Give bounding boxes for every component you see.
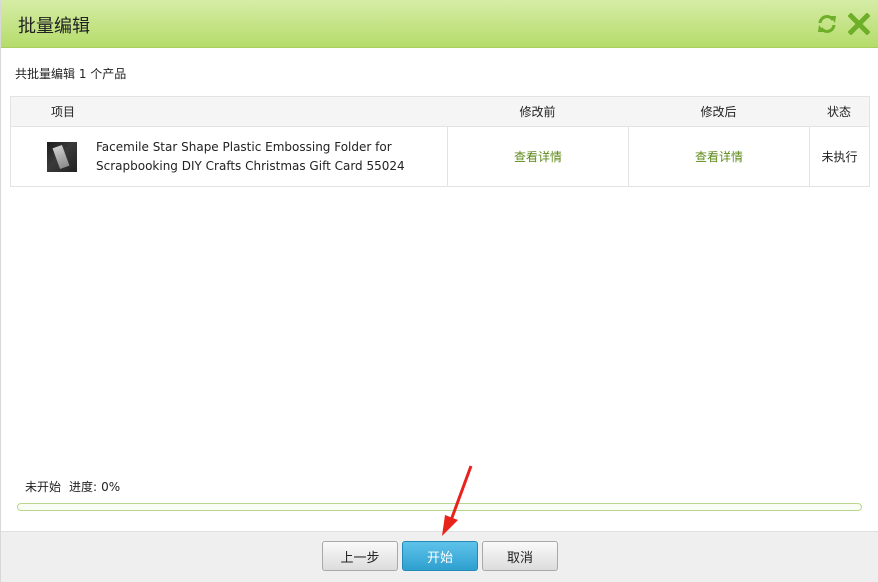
start-button[interactable]: 开始 <box>402 541 478 571</box>
table-header: 项目 修改前 修改后 状态 <box>11 97 869 127</box>
view-details-after-link[interactable]: 查看详情 <box>695 148 743 165</box>
item-cell: Facemile Star Shape Plastic Embossing Fo… <box>11 127 447 186</box>
header-status: 状态 <box>826 105 851 119</box>
progress-value: 0% <box>101 480 121 494</box>
view-details-before-link[interactable]: 查看详情 <box>514 148 562 165</box>
refresh-icon[interactable] <box>816 13 838 35</box>
red-arrow-annotation <box>442 465 473 536</box>
status-text: 未执行 <box>821 150 858 164</box>
batch-summary: 共批量编辑 1 个产品 <box>15 67 127 81</box>
batch-edit-dialog: 批量编辑 共批量编辑 1 个产品 项目 修改前 修改后 状态 Facemile … <box>0 0 878 582</box>
close-icon[interactable] <box>847 12 871 36</box>
header-item: 项目 <box>51 105 76 119</box>
header-before: 修改前 <box>519 105 556 119</box>
dialog-footer: 上一步 开始 取消 <box>1 531 878 582</box>
progress-label: 进度: <box>69 480 98 494</box>
previous-step-button[interactable]: 上一步 <box>322 541 398 571</box>
progress-status: 未开始 进度: 0% <box>25 478 128 495</box>
status-cell: 未执行 <box>809 127 869 186</box>
table-row: Facemile Star Shape Plastic Embossing Fo… <box>11 127 869 186</box>
product-thumbnail <box>47 141 77 172</box>
before-cell: 查看详情 <box>447 127 628 186</box>
product-name: Facemile Star Shape Plastic Embossing Fo… <box>96 139 405 173</box>
progress-state: 未开始 <box>25 480 62 494</box>
after-cell: 查看详情 <box>628 127 809 186</box>
dialog-title: 批量编辑 <box>18 16 90 37</box>
dialog-header: 批量编辑 <box>1 0 878 48</box>
progress-bar <box>17 503 862 511</box>
items-table: 项目 修改前 修改后 状态 Facemile Star Shape Plasti… <box>10 96 870 187</box>
header-after: 修改后 <box>700 105 737 119</box>
cancel-button[interactable]: 取消 <box>482 541 558 571</box>
